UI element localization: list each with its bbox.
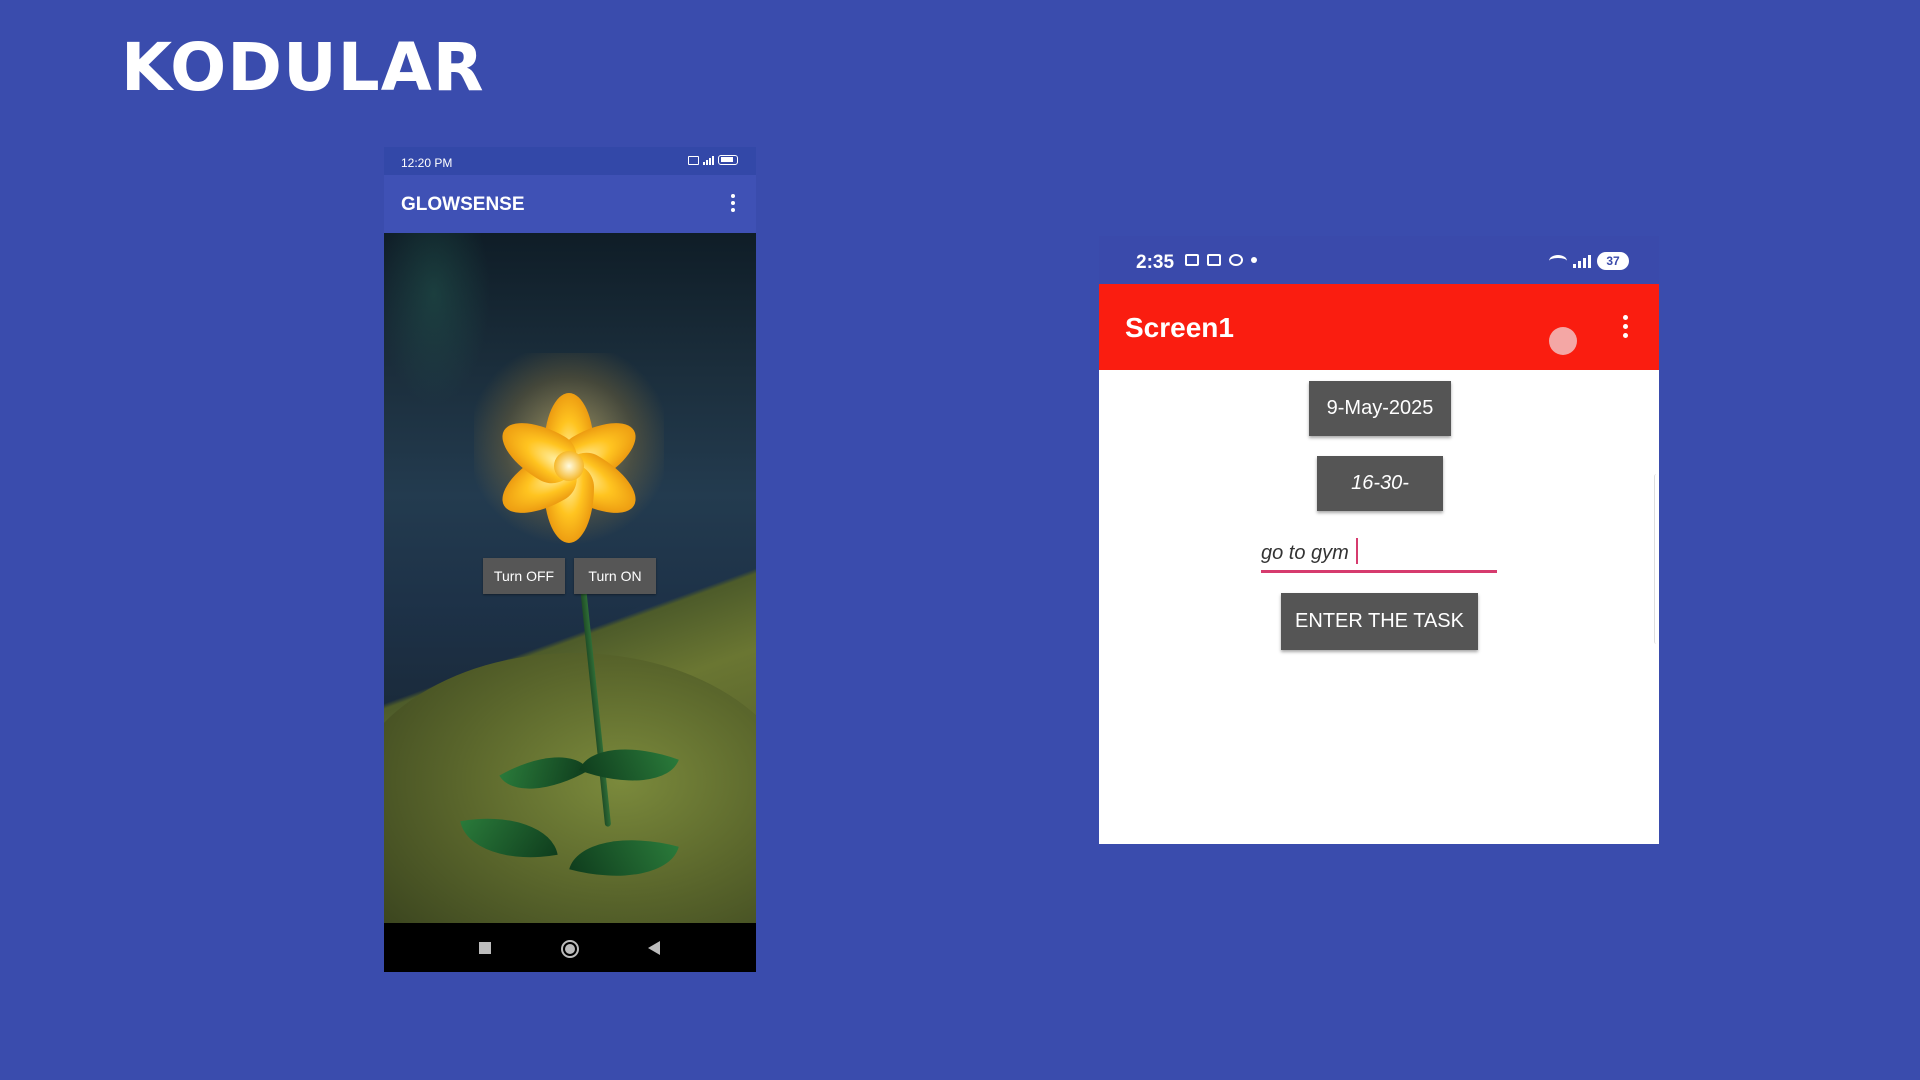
status-notification-icons: [1185, 254, 1257, 266]
text-cursor: [1356, 538, 1358, 564]
more-notifications-dot: [1251, 257, 1257, 263]
turn-off-button[interactable]: Turn OFF: [483, 558, 565, 594]
app-bar: GLOWSENSE: [384, 175, 756, 233]
phone-screenshot-glowsense: 12:20 PM GLOWSENSE Turn OFF Turn ON: [384, 147, 756, 972]
date-picker-button[interactable]: 9-May-2025: [1309, 381, 1451, 436]
task-input[interactable]: [1261, 536, 1497, 573]
recents-icon[interactable]: [479, 942, 491, 954]
back-icon[interactable]: [648, 941, 660, 955]
status-icons: [688, 155, 738, 165]
home-icon[interactable]: [561, 940, 579, 958]
battery-icon: 37: [1597, 252, 1629, 270]
status-time: 12:20 PM: [401, 156, 453, 170]
scrollbar[interactable]: [1654, 474, 1659, 644]
app-title: GLOWSENSE: [401, 194, 525, 215]
app-notification-icon: [1229, 254, 1243, 266]
gallery-icon: [1207, 254, 1221, 266]
app-title: Screen1: [1125, 312, 1234, 343]
enter-task-button[interactable]: ENTER THE TASK: [1281, 593, 1478, 650]
wifi-icon: [1549, 255, 1567, 267]
signal-icon: [1573, 254, 1591, 268]
slide-title: KODULAR: [121, 29, 485, 106]
status-system-icons: 37: [1549, 252, 1629, 270]
turn-on-button[interactable]: Turn ON: [574, 558, 656, 594]
flower-background-image: Turn OFF Turn ON: [384, 233, 756, 923]
notification-icon: [688, 155, 699, 165]
status-bar: 12:20 PM: [384, 147, 756, 175]
screenshot-icon: [1185, 254, 1199, 266]
status-bar: 2:35 37: [1099, 236, 1659, 284]
overflow-menu-icon[interactable]: [1623, 315, 1628, 338]
phone-screenshot-screen1: 2:35 37 Screen1 9-May-2025 16-30- ENTER …: [1099, 236, 1659, 844]
record-indicator-icon: [1549, 327, 1577, 355]
time-picker-button[interactable]: 16-30-: [1317, 456, 1443, 511]
signal-icon: [703, 155, 714, 165]
status-time: 2:35: [1136, 252, 1175, 273]
battery-icon: [718, 155, 738, 165]
app-bar: Screen1: [1099, 284, 1659, 370]
overflow-menu-icon[interactable]: [731, 194, 735, 212]
navigation-bar: [384, 923, 756, 972]
